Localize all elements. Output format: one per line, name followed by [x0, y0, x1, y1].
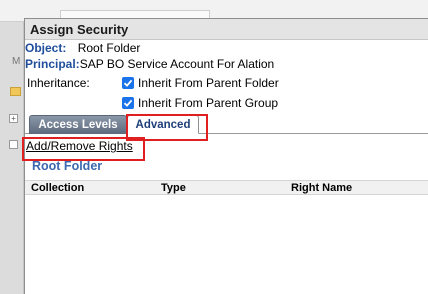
section-title: Root Folder — [32, 159, 103, 173]
collapse-icon[interactable] — [9, 140, 18, 149]
check-icon[interactable] — [122, 97, 134, 109]
object-row: Object: Root Folder — [25, 41, 140, 55]
inherit-parent-folder-label: Inherit From Parent Folder — [138, 76, 279, 90]
object-label: Object: — [25, 41, 67, 55]
tab-advanced[interactable]: Advanced — [127, 115, 199, 134]
principal-row: Principal:SAP BO Service Account For Ala… — [25, 57, 274, 71]
column-header-collection[interactable]: Collection — [31, 182, 84, 194]
inherit-parent-group-option[interactable]: Inherit From Parent Group — [122, 96, 278, 110]
rights-table-header: Collection Type Right Name — [25, 180, 428, 195]
column-header-right-name[interactable]: Right Name — [291, 182, 352, 194]
check-icon[interactable] — [122, 77, 134, 89]
background-letter: M — [12, 56, 21, 67]
object-value: Root Folder — [77, 41, 141, 55]
principal-label: Principal: — [25, 57, 80, 71]
inherit-parent-group-label: Inherit From Parent Group — [138, 96, 279, 110]
folder-icon — [10, 87, 21, 96]
assign-security-dialog: Assign Security Object: Root Folder Prin… — [22, 18, 428, 294]
expand-icon[interactable]: + — [9, 114, 18, 123]
add-remove-rights-link[interactable]: Add/Remove Rights — [26, 139, 133, 153]
principal-value: SAP BO Service Account For Alation — [79, 57, 275, 71]
dialog-title: Assign Security — [25, 19, 428, 40]
inheritance-label: Inheritance: — [27, 76, 90, 90]
tab-access-levels[interactable]: Access Levels — [29, 115, 127, 134]
column-header-type[interactable]: Type — [161, 182, 186, 194]
rights-table-body — [25, 195, 428, 294]
inherit-parent-folder-option[interactable]: Inherit From Parent Folder — [122, 76, 279, 90]
